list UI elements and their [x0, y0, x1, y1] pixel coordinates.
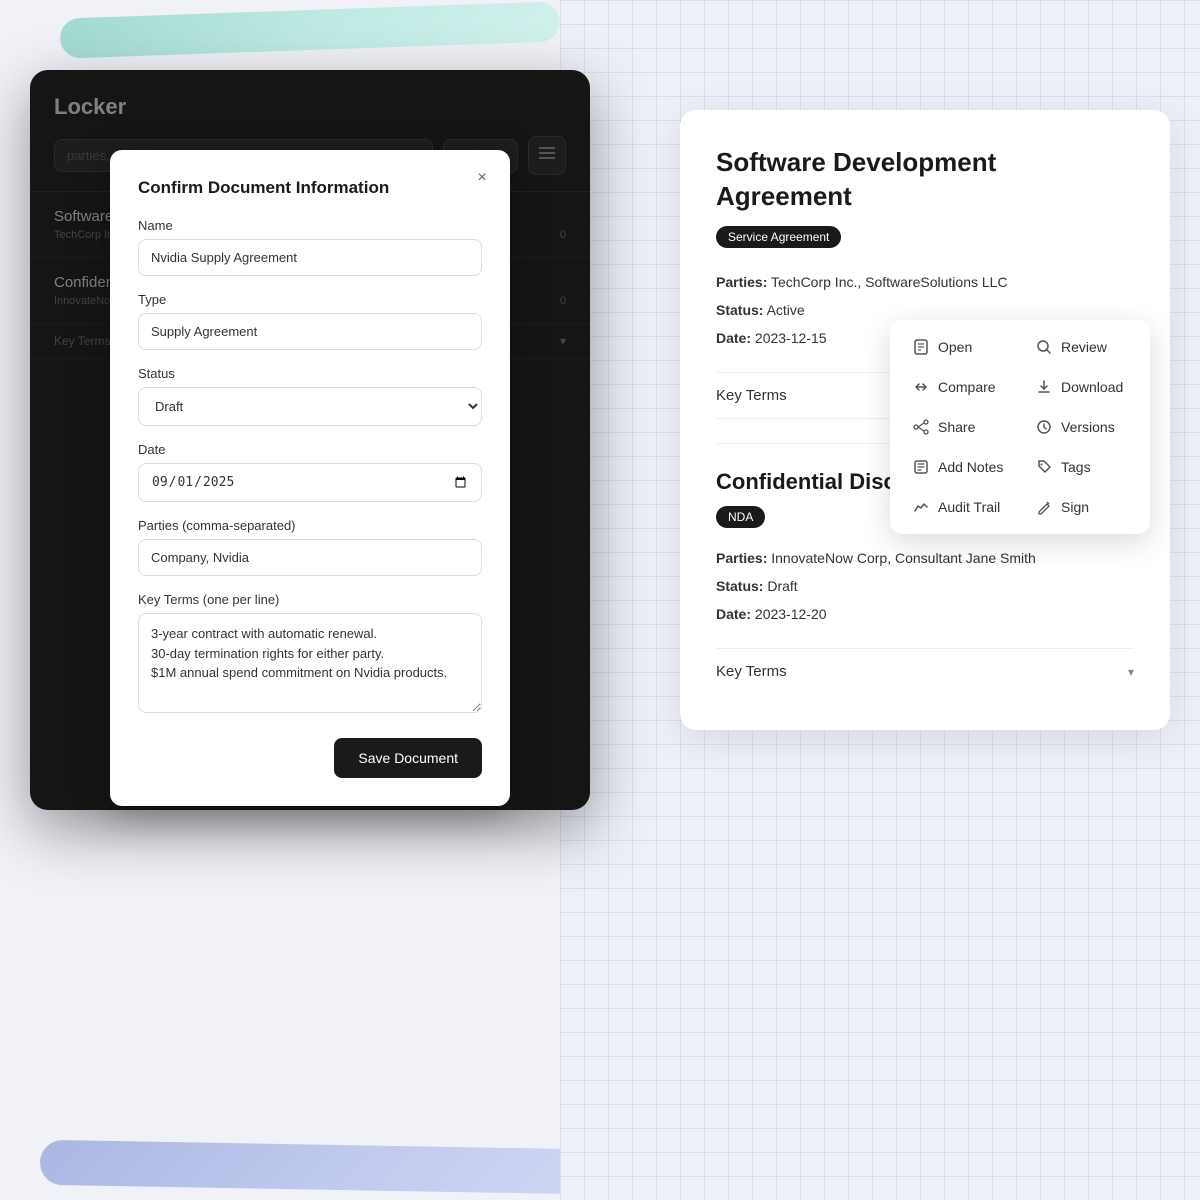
versions-label: Versions	[1061, 419, 1115, 435]
doc1-title: Software Development Agreement	[716, 146, 1134, 214]
download-label: Download	[1061, 379, 1123, 395]
confirm-document-modal: Confirm Document Information × Name Type…	[110, 150, 510, 806]
add-notes-label: Add Notes	[938, 459, 1003, 475]
doc2-date-label: Date:	[716, 606, 751, 622]
review-icon	[1035, 338, 1053, 356]
doc2-parties-label: Parties:	[716, 550, 767, 566]
action-menu-grid: Open Review Compare Download Share	[898, 328, 1142, 526]
tags-action[interactable]: Tags	[1021, 448, 1142, 486]
doc1-status-value: Active	[767, 302, 805, 318]
doc2-key-terms-chevron: ▾	[1128, 665, 1134, 679]
audit-trail-icon	[912, 498, 930, 516]
compare-icon	[912, 378, 930, 396]
type-label: Type	[138, 292, 482, 307]
status-select[interactable]: Draft Active Expired Pending	[138, 387, 482, 426]
doc2-key-terms-label: Key Terms	[716, 663, 787, 680]
compare-action[interactable]: Compare	[898, 368, 1019, 406]
review-action[interactable]: Review	[1021, 328, 1142, 366]
sign-icon	[1035, 498, 1053, 516]
versions-action[interactable]: Versions	[1021, 408, 1142, 446]
date-label: Date	[138, 442, 482, 457]
modal-close-button[interactable]: ×	[470, 166, 494, 190]
name-label: Name	[138, 218, 482, 233]
audit-trail-label: Audit Trail	[938, 499, 1000, 515]
key-terms-label: Key Terms (one per line)	[138, 592, 482, 607]
sign-action[interactable]: Sign	[1021, 488, 1142, 526]
doc2-meta: Parties: InnovateNow Corp, Consultant Ja…	[716, 544, 1134, 628]
status-label: Status	[138, 366, 482, 381]
doc1-status-label: Status:	[716, 302, 763, 318]
doc2-status-value: Draft	[767, 578, 797, 594]
download-icon	[1035, 378, 1053, 396]
name-input[interactable]	[138, 239, 482, 276]
doc2-status-label: Status:	[716, 578, 763, 594]
open-label: Open	[938, 339, 972, 355]
tags-icon	[1035, 458, 1053, 476]
name-field-group: Name	[138, 218, 482, 276]
date-input[interactable]	[138, 463, 482, 502]
type-field-group: Type	[138, 292, 482, 350]
key-terms-field-group: Key Terms (one per line) 3-year contract…	[138, 592, 482, 718]
doc2-status: Status: Draft	[716, 572, 1134, 600]
key-terms-textarea[interactable]: 3-year contract with automatic renewal. …	[138, 613, 482, 713]
doc2-badge: NDA	[716, 506, 765, 528]
share-label: Share	[938, 419, 975, 435]
open-icon	[912, 338, 930, 356]
doc1-date-label: Date:	[716, 330, 751, 346]
doc2-parties-value: InnovateNow Corp, Consultant Jane Smith	[771, 550, 1036, 566]
doc2-date-value: 2023-12-20	[755, 606, 827, 622]
sign-label: Sign	[1061, 499, 1089, 515]
open-action[interactable]: Open	[898, 328, 1019, 366]
add-notes-action[interactable]: Add Notes	[898, 448, 1019, 486]
parties-label: Parties (comma-separated)	[138, 518, 482, 533]
tags-label: Tags	[1061, 459, 1091, 475]
save-document-button[interactable]: Save Document	[334, 738, 482, 778]
doc1-parties: Parties: TechCorp Inc., SoftwareSolution…	[716, 268, 1134, 296]
doc1-date-value: 2023-12-15	[755, 330, 827, 346]
add-notes-icon	[912, 458, 930, 476]
doc2-key-terms-toggle[interactable]: Key Terms ▾	[716, 648, 1134, 694]
modal-overlay: Confirm Document Information × Name Type…	[30, 70, 590, 810]
status-field-group: Status Draft Active Expired Pending	[138, 366, 482, 426]
doc2-parties: Parties: InnovateNow Corp, Consultant Ja…	[716, 544, 1134, 572]
modal-title: Confirm Document Information	[138, 178, 482, 198]
doc1-parties-label: Parties:	[716, 274, 767, 290]
share-icon	[912, 418, 930, 436]
doc1-key-terms-label: Key Terms	[716, 387, 787, 404]
doc2-date: Date: 2023-12-20	[716, 600, 1134, 628]
audit-trail-action[interactable]: Audit Trail	[898, 488, 1019, 526]
versions-icon	[1035, 418, 1053, 436]
action-menu: Open Review Compare Download Share	[890, 320, 1150, 534]
review-label: Review	[1061, 339, 1107, 355]
parties-field-group: Parties (comma-separated)	[138, 518, 482, 576]
share-action[interactable]: Share	[898, 408, 1019, 446]
brush-bottom-decoration	[40, 1140, 641, 1195]
date-field-group: Date	[138, 442, 482, 502]
brush-top-decoration	[59, 1, 560, 58]
doc1-badge: Service Agreement	[716, 226, 841, 248]
compare-label: Compare	[938, 379, 996, 395]
type-input[interactable]	[138, 313, 482, 350]
download-action[interactable]: Download	[1021, 368, 1142, 406]
doc1-parties-value: TechCorp Inc., SoftwareSolutions LLC	[771, 274, 1008, 290]
parties-input[interactable]	[138, 539, 482, 576]
